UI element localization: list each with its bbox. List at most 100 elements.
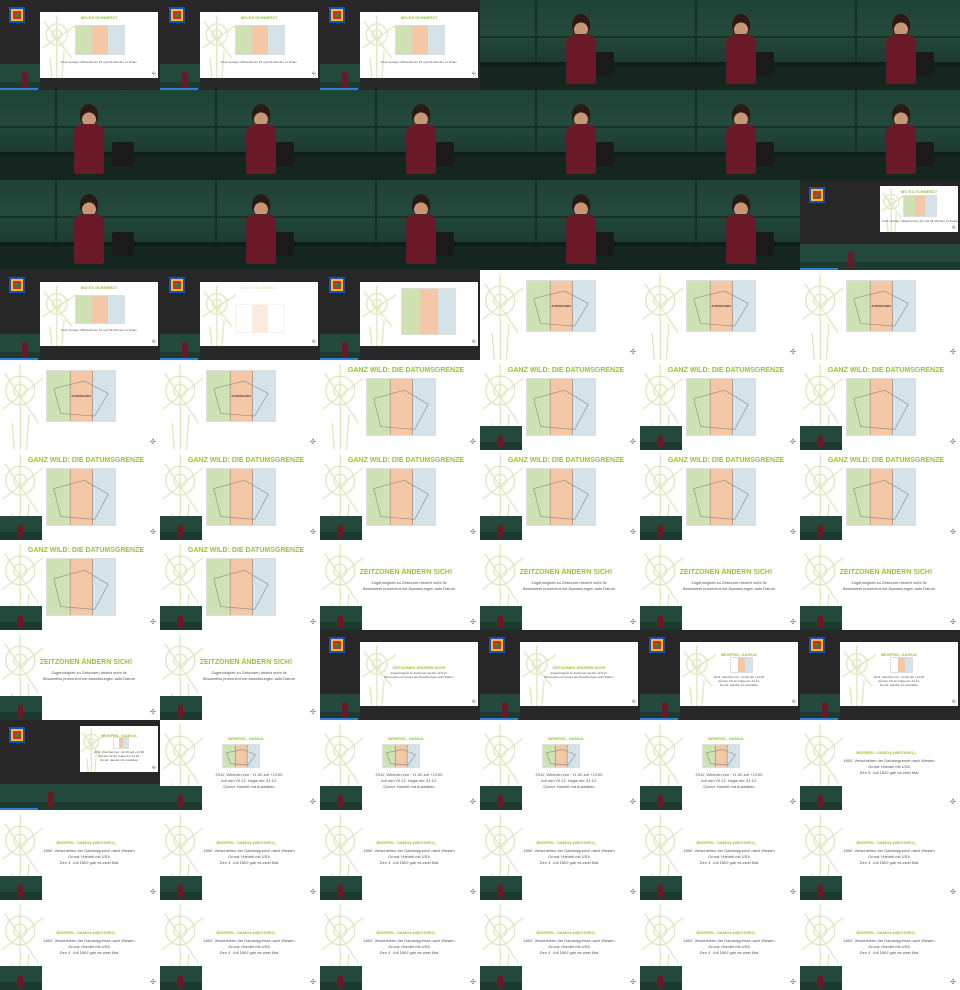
slide-text-line: Grund: Handel mit USA: [548, 854, 590, 859]
slide-frame: AUSTRALIEN ✣: [800, 270, 960, 360]
slide-navigation-icon[interactable]: ✣: [630, 619, 636, 626]
slide-navigation-icon[interactable]: ✣: [150, 889, 156, 896]
conference-logo-icon: [9, 277, 25, 293]
slide-text-line: Besonders prominent bei Auswirkungen auf…: [42, 676, 136, 681]
slide-navigation-icon[interactable]: ✣: [310, 979, 316, 986]
slide-navigation-icon[interactable]: ✣: [150, 619, 156, 626]
camera-frame: [640, 180, 800, 270]
slide-text-line: Grund: Handel mit Australien: [703, 784, 755, 789]
slide-navigation-icon[interactable]: ✣: [472, 339, 476, 345]
map-borders: [546, 745, 576, 767]
slide-navigation-icon[interactable]: ✣: [470, 439, 476, 446]
presentation-window-frame: WO ES SCHMERZT Kurz vorangs' Offsetzeit d…: [0, 270, 160, 360]
slide-navigation-icon[interactable]: ✣: [950, 889, 956, 896]
slide-navigation-icon[interactable]: ✣: [150, 709, 156, 716]
slide-navigation-icon[interactable]: ✣: [310, 889, 316, 896]
slide-text-line: Zugehörigkeit zu Zeitzonen ändert nicht …: [851, 580, 927, 585]
slide-navigation-icon[interactable]: ✣: [790, 529, 796, 536]
speaker-figure: [18, 705, 23, 718]
speaker: [564, 14, 598, 84]
speaker: [404, 194, 438, 264]
map-borders: [373, 469, 429, 525]
slide-navigation-icon[interactable]: ✣: [630, 439, 636, 446]
presentation-window-frame: WO ES SCHMERZT Kurz vorangs' Offsetzeit d…: [160, 0, 320, 90]
slide-navigation-icon[interactable]: ✣: [310, 799, 316, 806]
slide-navigation-icon[interactable]: ✣: [472, 71, 476, 77]
slide-text-line: Grund: Handel mit USA: [388, 944, 430, 949]
speaker-figure: [338, 975, 343, 988]
speaker-figure: [498, 795, 503, 808]
slide-caption: Kurz vorangs' Offsetzeit der 15-und 45-M…: [61, 328, 137, 333]
slide-navigation-icon[interactable]: ✣: [950, 349, 956, 356]
slide-navigation-icon[interactable]: ✣: [310, 709, 316, 716]
camera-inset: [800, 516, 842, 540]
speaker-head: [732, 104, 750, 126]
slide-navigation-icon[interactable]: ✣: [310, 619, 316, 626]
slide-navigation-icon[interactable]: ✣: [312, 339, 316, 345]
slide-navigation-icon[interactable]: ✣: [470, 889, 476, 896]
map-zone-west: [396, 26, 413, 54]
slide-title: GANZ WILD: DIE DATUMSGRENZE: [187, 457, 305, 464]
slide-navigation-icon[interactable]: ✣: [950, 619, 956, 626]
slide-navigation-icon[interactable]: ✣: [472, 699, 476, 705]
camera-strip: [320, 334, 360, 360]
slide-navigation-icon[interactable]: ✣: [470, 619, 476, 626]
timezone-map: [686, 468, 756, 526]
map-zone-central: [914, 196, 926, 216]
slide-navigation-icon[interactable]: ✣: [952, 699, 956, 705]
slide-navigation-icon[interactable]: ✣: [150, 529, 156, 536]
slide-frame: BEISPIEL: SAMOA (WECHSEL) 1892: Verschieb…: [160, 810, 320, 900]
map-borders: [853, 469, 909, 525]
slide-navigation-icon[interactable]: ✣: [630, 799, 636, 806]
slide-text-line: Den 4. Juli 1892 gab es zwei Mal: [379, 860, 439, 865]
slide-navigation-icon[interactable]: ✣: [310, 439, 316, 446]
slide-navigation-icon[interactable]: ✣: [790, 979, 796, 986]
camera-inset: [800, 606, 842, 630]
speaker-figure: [662, 702, 668, 718]
timezone-map: [401, 288, 457, 336]
slide-navigation-icon[interactable]: ✣: [152, 765, 156, 771]
slide-navigation-icon[interactable]: ✣: [630, 889, 636, 896]
slide-navigation-icon[interactable]: ✣: [792, 699, 796, 705]
map-borders: [213, 559, 269, 615]
slide-navigation-icon[interactable]: ✣: [630, 979, 636, 986]
camera-inset: [0, 606, 42, 630]
slide-navigation-icon[interactable]: ✣: [630, 529, 636, 536]
slide-text-line: Grund: Handel mit USA: [228, 854, 270, 859]
slide-navigation-icon[interactable]: ✣: [790, 439, 796, 446]
slide-navigation-icon[interactable]: ✣: [950, 799, 956, 806]
slide-navigation-icon[interactable]: ✣: [790, 799, 796, 806]
slide-navigation-icon[interactable]: ✣: [950, 979, 956, 986]
timezone-map: [846, 468, 916, 526]
slide-navigation-icon[interactable]: ✣: [310, 529, 316, 536]
slide-navigation-icon[interactable]: ✣: [790, 619, 796, 626]
slide-navigation-icon[interactable]: ✣: [312, 71, 316, 77]
map-zone-central: [737, 658, 745, 673]
slide-navigation-icon[interactable]: ✣: [150, 439, 156, 446]
slide-navigation-icon[interactable]: ✣: [790, 889, 796, 896]
camera-inset: [320, 876, 362, 900]
slide-text-line: Grund: Handel mit Australien: [879, 683, 919, 688]
slide-frame: GANZ WILD: DIE DATUMSGRENZE ✣: [480, 450, 640, 540]
slide-navigation-icon[interactable]: ✣: [632, 699, 636, 705]
slide-navigation-icon[interactable]: ✣: [150, 979, 156, 986]
slide-title: ZEITZONEN ÄNDERN SICH!: [199, 659, 293, 666]
slide-navigation-icon[interactable]: ✣: [950, 439, 956, 446]
slide-navigation-icon[interactable]: ✣: [950, 529, 956, 536]
slide-preview: BEISPIEL: SAMOA 2011: Wechsel von −11:00 …: [840, 642, 958, 706]
slide-navigation-icon[interactable]: ✣: [952, 225, 956, 231]
speaker-shirt: [566, 214, 596, 264]
slide-title: BEISPIEL: SAMOA (WECHSEL): [376, 930, 436, 935]
map-zone-east: [437, 289, 456, 335]
slide-navigation-icon[interactable]: ✣: [152, 71, 156, 77]
slide-navigation-icon[interactable]: ✣: [630, 349, 636, 356]
speaker: [404, 104, 438, 174]
slide-navigation-icon[interactable]: ✣: [790, 349, 796, 356]
slide-navigation-icon[interactable]: ✣: [470, 529, 476, 536]
slide-navigation-icon[interactable]: ✣: [470, 799, 476, 806]
slide-frame: ZEITZONEN ÄNDERN SICH! Zugehörigkeit zu Z…: [640, 540, 800, 630]
slide-navigation-icon[interactable]: ✣: [152, 339, 156, 345]
slide-navigation-icon[interactable]: ✣: [470, 979, 476, 986]
slide-title: ZEITZONEN ÄNDERN SICH!: [839, 569, 933, 576]
map-zone-east: [428, 26, 444, 54]
